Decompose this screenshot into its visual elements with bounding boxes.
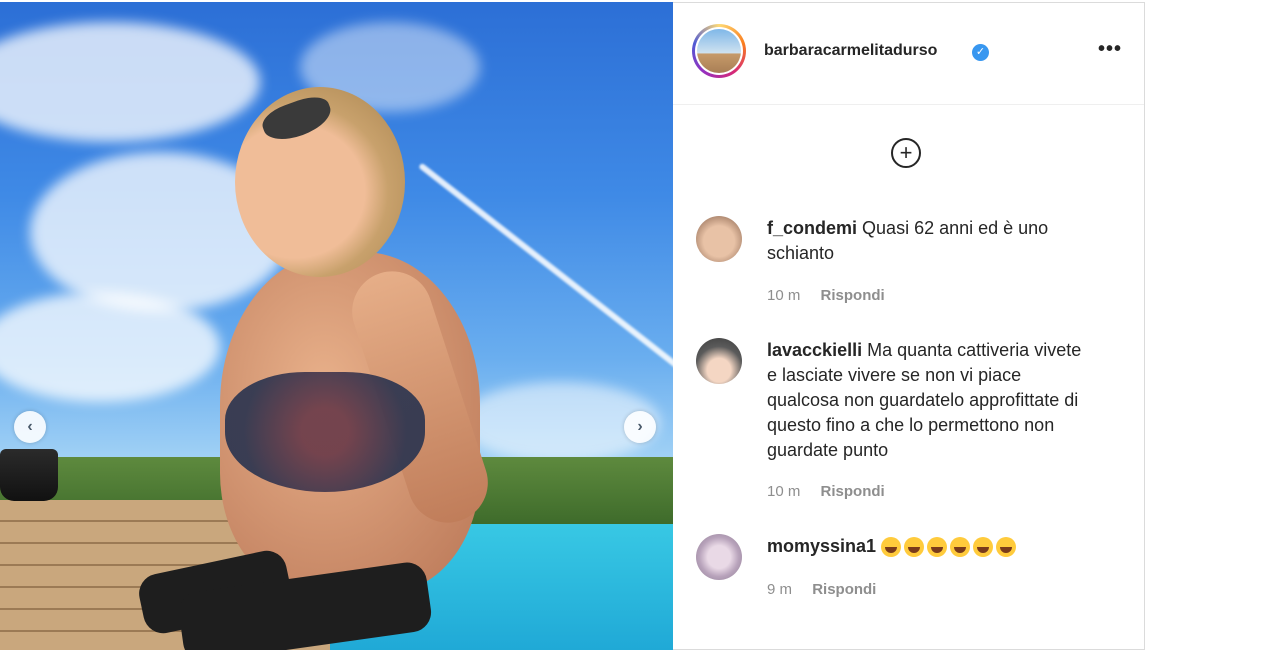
comment-body: momyssina1 bbox=[767, 534, 1087, 559]
laughing-tears-emoji-icon bbox=[927, 537, 948, 558]
post-sidebar: barbaracarmelitadurso ✓ ••• + f_condemi … bbox=[673, 2, 1145, 650]
comment-time: 10 m bbox=[767, 287, 801, 304]
reply-button[interactable]: Rispondi bbox=[821, 483, 885, 500]
cloud bbox=[0, 22, 260, 142]
commenter-avatar[interactable] bbox=[696, 216, 742, 262]
comment-body: f_condemi Quasi 62 anni ed è uno schiant… bbox=[767, 216, 1087, 266]
commenter-avatar[interactable] bbox=[696, 338, 742, 384]
bikini bbox=[225, 372, 425, 492]
author-username[interactable]: barbaracarmelitadurso bbox=[764, 42, 937, 60]
verified-badge-icon: ✓ bbox=[972, 44, 989, 61]
more-options-icon[interactable]: ••• bbox=[1098, 38, 1122, 61]
comment-meta: 10 m Rispondi bbox=[767, 483, 885, 500]
comment-time: 9 m bbox=[767, 581, 793, 598]
bucket bbox=[0, 449, 58, 501]
laughing-tears-emoji-icon bbox=[996, 537, 1017, 558]
next-image-button[interactable]: › bbox=[624, 411, 656, 443]
laughing-tears-emoji-icon bbox=[881, 537, 902, 558]
comment-item: lavacckielli Ma quanta cattiveria vivete… bbox=[696, 338, 1136, 508]
chevron-right-icon: › bbox=[637, 418, 643, 435]
laughing-tears-emoji-icon bbox=[950, 537, 971, 558]
emoji-row bbox=[881, 536, 1019, 558]
commenter-avatar[interactable] bbox=[696, 534, 742, 580]
comment-meta: 9 m Rispondi bbox=[767, 581, 876, 598]
cloud bbox=[0, 292, 220, 402]
plus-circle-icon[interactable]: + bbox=[891, 138, 921, 168]
comment-item: momyssina1 9 m Rispondi bbox=[696, 534, 1136, 604]
laughing-tears-emoji-icon bbox=[973, 537, 994, 558]
post-image: ‹ › bbox=[0, 2, 673, 650]
comment-time: 10 m bbox=[767, 483, 801, 500]
author-avatar[interactable] bbox=[692, 24, 746, 78]
laughing-tears-emoji-icon bbox=[904, 537, 925, 558]
comment-item: f_condemi Quasi 62 anni ed è uno schiant… bbox=[696, 216, 1136, 306]
reply-button[interactable]: Rispondi bbox=[821, 287, 885, 304]
comment-username[interactable]: lavacckielli bbox=[767, 340, 862, 360]
previous-image-button[interactable]: ‹ bbox=[14, 411, 46, 443]
chevron-left-icon: ‹ bbox=[27, 418, 33, 435]
post-header: barbaracarmelitadurso ✓ ••• bbox=[673, 2, 1144, 105]
comment-body: lavacckielli Ma quanta cattiveria vivete… bbox=[767, 338, 1087, 463]
comment-username[interactable]: momyssina1 bbox=[767, 536, 876, 556]
comment-meta: 10 m Rispondi bbox=[767, 287, 885, 304]
reply-button[interactable]: Rispondi bbox=[812, 581, 876, 598]
comment-username[interactable]: f_condemi bbox=[767, 218, 857, 238]
